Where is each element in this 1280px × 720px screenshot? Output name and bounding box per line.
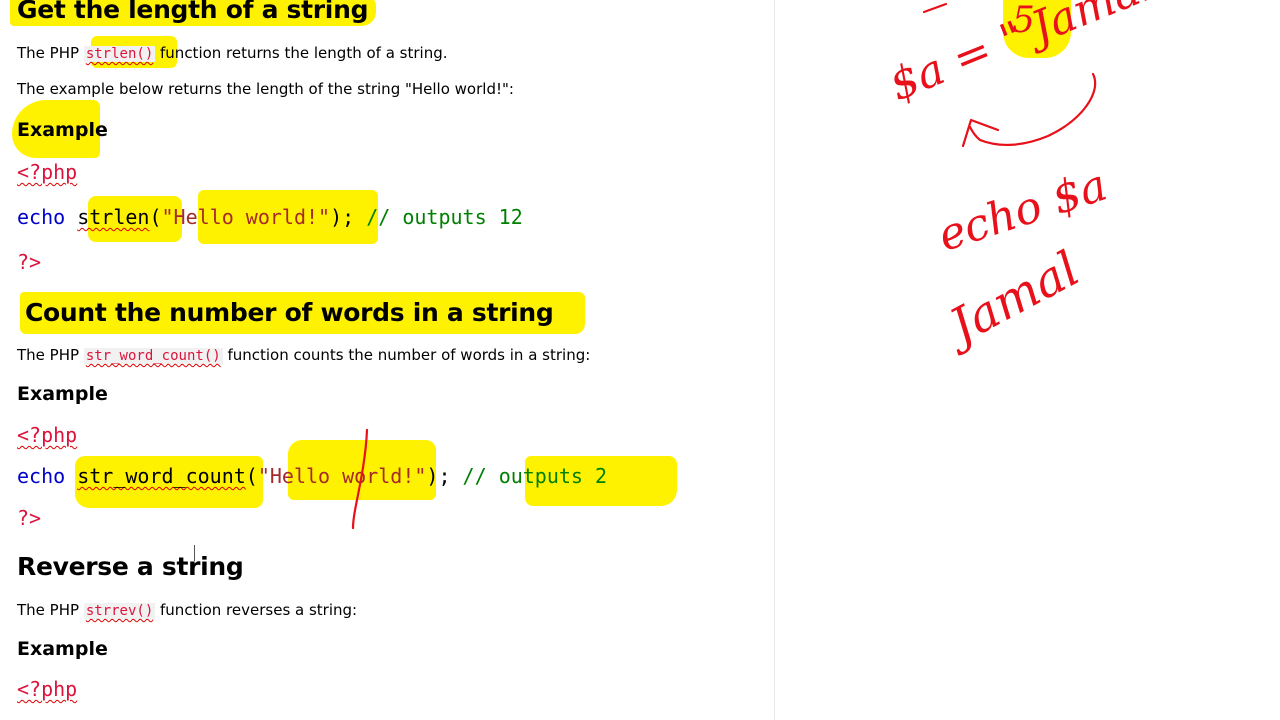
code-php-open: <?php <box>17 423 77 447</box>
heading-string-length: Get the length of a string <box>17 0 369 24</box>
example-description: The example below returns the length of … <box>17 80 514 98</box>
heading-reverse-string: Reverse a string <box>17 552 244 581</box>
code-php-open: <?php <box>17 160 77 184</box>
document-pane: Get the length of a string The PHP strle… <box>0 0 774 720</box>
text-cursor <box>194 545 195 561</box>
code-php-close: ?> <box>17 506 42 530</box>
example-label: Example <box>17 119 108 141</box>
code-paren: ( <box>245 464 258 488</box>
code-comment: outputs 2 <box>498 464 608 488</box>
description-text: The PHP <box>17 601 84 619</box>
code-line-word-count: echo str_word_count("Hello world!"); // … <box>17 464 607 488</box>
code-string: "Hello world!" <box>257 464 427 488</box>
word-count-description: The PHP str_word_count() function counts… <box>17 346 590 364</box>
code-function: str_word_count <box>77 464 246 488</box>
heading-word-count: Count the number of words in a string <box>25 298 554 327</box>
description-text: function counts the number of words in a… <box>222 346 591 364</box>
code-line-strlen: echo strlen("Hello world!"); // outputs … <box>17 205 523 229</box>
example-label: Example <box>17 638 108 660</box>
whiteboard-pane[interactable] <box>775 0 1280 720</box>
php-open-tag: <?php <box>17 677 78 701</box>
inline-code-strlen: strlen() <box>83 46 156 62</box>
code-php-open: <?php <box>17 677 77 701</box>
php-open-tag: <?php <box>17 423 78 447</box>
description-text: function returns the length of a string. <box>155 44 448 62</box>
example-label: Example <box>17 383 108 405</box>
description-text: The PHP <box>17 44 84 62</box>
description-text: function reverses a string: <box>155 601 358 619</box>
code-echo: echo <box>17 205 78 229</box>
description-text: The PHP <box>17 346 84 364</box>
code-string: "Hello world!" <box>161 205 331 229</box>
inline-code-str-word-count: str_word_count() <box>83 348 223 364</box>
code-paren: ( <box>149 205 162 229</box>
code-paren: ); <box>426 464 451 488</box>
code-function: strlen <box>77 205 150 229</box>
code-echo: echo <box>17 464 78 488</box>
inline-code-strrev: strrev() <box>83 603 156 619</box>
code-php-close: ?> <box>17 250 42 274</box>
code-paren: ); <box>330 205 355 229</box>
php-open-tag: <?php <box>17 160 78 184</box>
strrev-description: The PHP strrev() function reverses a str… <box>17 601 357 619</box>
code-comment: // outputs 12 <box>354 205 523 229</box>
code-comment-slashes: // <box>450 464 499 488</box>
strlen-description: The PHP strlen() function returns the le… <box>17 44 448 62</box>
